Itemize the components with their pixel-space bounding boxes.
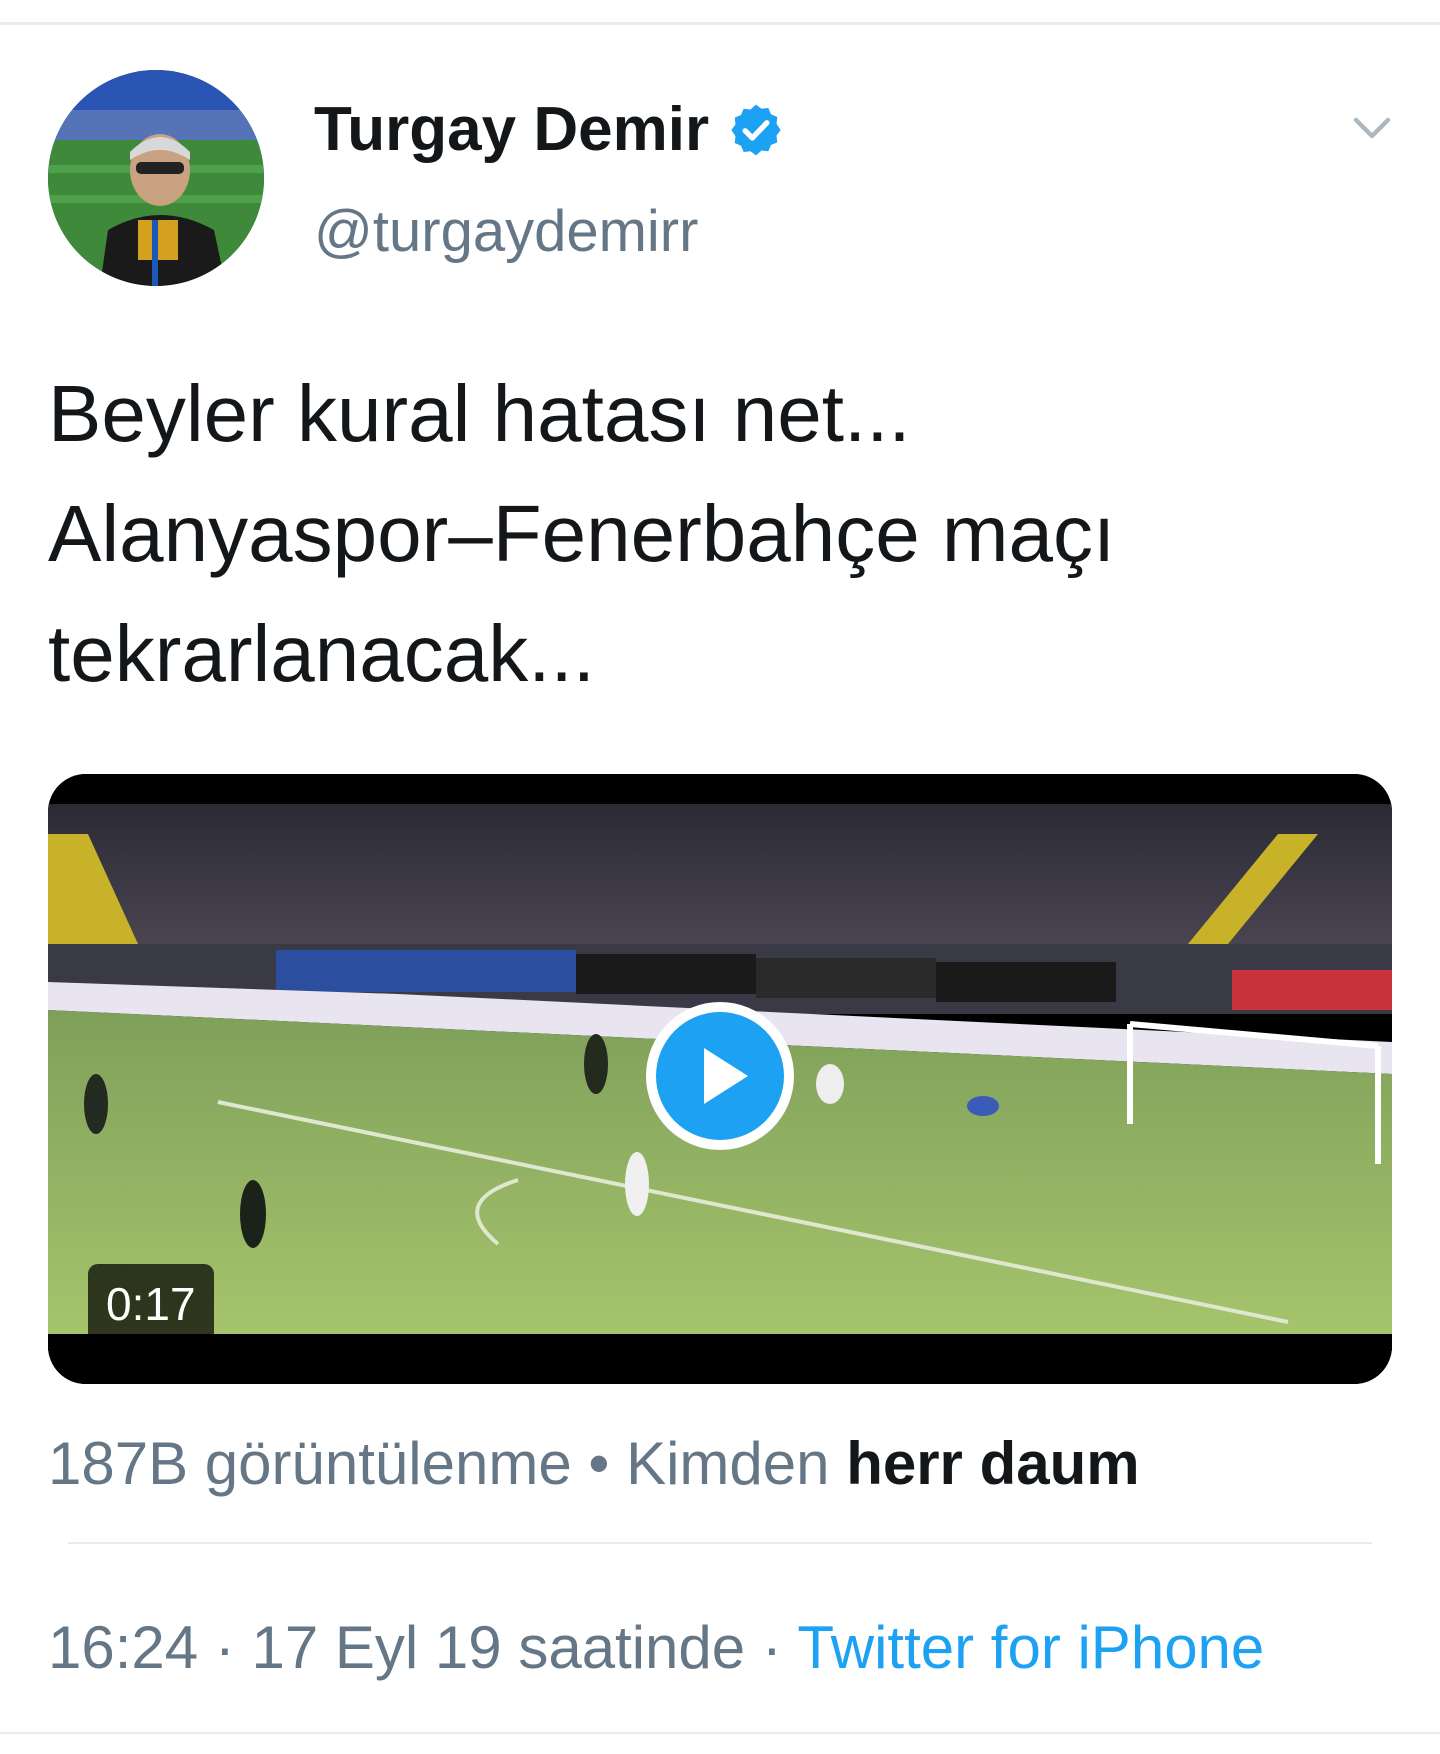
meta-separator: · <box>761 1614 782 1681</box>
divider <box>68 1542 1372 1544</box>
from-label: Kimden <box>626 1430 830 1497</box>
author-display-name[interactable]: Turgay Demir <box>314 92 709 168</box>
view-count: 187B görüntülenme <box>48 1430 572 1497</box>
views-separator: • <box>588 1430 610 1497</box>
tweet-text-line: Beyler kural hatası net... <box>48 369 911 458</box>
tweet-text: Beyler kural hatası net... Alanyaspor–Fe… <box>48 354 1408 714</box>
meta-separator: · <box>214 1614 235 1681</box>
verified-badge-icon <box>731 104 781 156</box>
source-account-link[interactable]: herr daum <box>846 1430 1139 1497</box>
tweet-client-link[interactable]: Twitter for iPhone <box>797 1614 1264 1681</box>
top-divider <box>0 22 1440 25</box>
tweet-time[interactable]: 16:24 <box>48 1614 198 1681</box>
video-duration-badge: 0:17 <box>88 1264 214 1344</box>
author-name-row: Turgay Demir <box>314 92 785 168</box>
avatar[interactable] <box>48 70 264 286</box>
avatar-photo <box>48 70 264 286</box>
tweet-meta-row: 16:24 · 17 Eyl 19 saatinde · Twitter for… <box>48 1608 1264 1688</box>
play-icon <box>646 1002 794 1150</box>
tweet-date[interactable]: 17 Eyl 19 saatinde <box>251 1614 745 1681</box>
chevron-down-icon[interactable] <box>1348 104 1396 152</box>
tweet-text-line: tekrarlanacak... <box>48 609 595 698</box>
video-player[interactable]: 0:17 <box>48 774 1392 1384</box>
play-button[interactable] <box>642 998 798 1154</box>
view-count-row: 187B görüntülenme • Kimden herr daum <box>48 1424 1140 1504</box>
divider <box>0 1732 1440 1734</box>
author-handle[interactable]: @turgaydemirr <box>314 196 698 268</box>
tweet-text-line: Alanyaspor–Fenerbahçe maçı <box>48 489 1116 578</box>
